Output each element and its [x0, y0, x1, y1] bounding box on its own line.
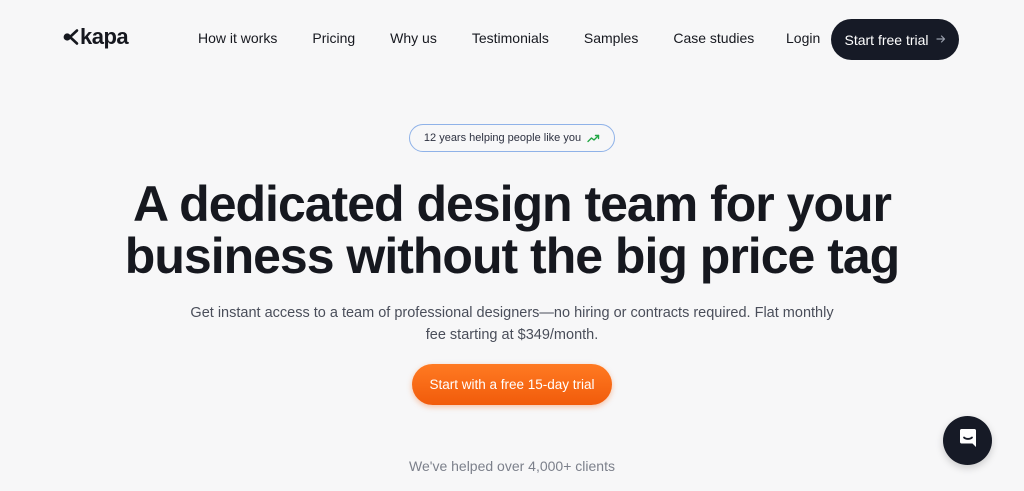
- nav-link-case-studies[interactable]: Case studies: [673, 30, 754, 46]
- hero-subtitle-line1: Get instant access to a team of professi…: [190, 305, 834, 321]
- hero-headline-line1: A dedicated design team for your: [133, 176, 892, 232]
- nav-link-testimonials[interactable]: Testimonials: [472, 30, 549, 46]
- trending-up-icon: [587, 134, 600, 143]
- login-link[interactable]: Login: [786, 30, 820, 46]
- experience-badge-text: 12 years helping people like you: [423, 132, 582, 144]
- hero-subtitle: Get instant access to a team of professi…: [0, 302, 1024, 346]
- landing-page: kapa How it works Pricing Why us Testimo…: [0, 0, 1024, 491]
- experience-badge: 12 years helping people like you: [409, 124, 615, 152]
- start-free-trial-label: Start free trial: [844, 31, 929, 48]
- logo-text: kapa: [80, 24, 129, 49]
- top-nav: kapa How it works Pricing Why us Testimo…: [0, 0, 1024, 78]
- start-free-15-day-trial-button[interactable]: Start with a free 15-day trial: [412, 364, 612, 405]
- nav-link-how-it-works[interactable]: How it works: [198, 30, 277, 46]
- start-free-trial-button[interactable]: Start free trial: [831, 19, 959, 60]
- hero-subtitle-line2: fee starting at $349/month.: [425, 327, 599, 343]
- hero-headline: A dedicated design team for your busines…: [0, 178, 1024, 282]
- logo[interactable]: kapa: [63, 24, 129, 50]
- nav-link-why-us[interactable]: Why us: [390, 30, 437, 46]
- chat-bubble-icon: [956, 426, 980, 455]
- kapa-logo-mark-icon: [63, 28, 79, 46]
- nav-link-pricing[interactable]: Pricing: [312, 30, 355, 46]
- hero-headline-line2: business without the big price tag: [124, 228, 900, 284]
- nav-links: How it works Pricing Why us Testimonials…: [198, 30, 754, 46]
- chat-launcher-button[interactable]: [943, 416, 992, 465]
- clients-helped-text: We've helped over 4,000+ clients: [409, 458, 615, 474]
- arrow-right-icon: [935, 33, 946, 47]
- nav-link-samples[interactable]: Samples: [584, 30, 638, 46]
